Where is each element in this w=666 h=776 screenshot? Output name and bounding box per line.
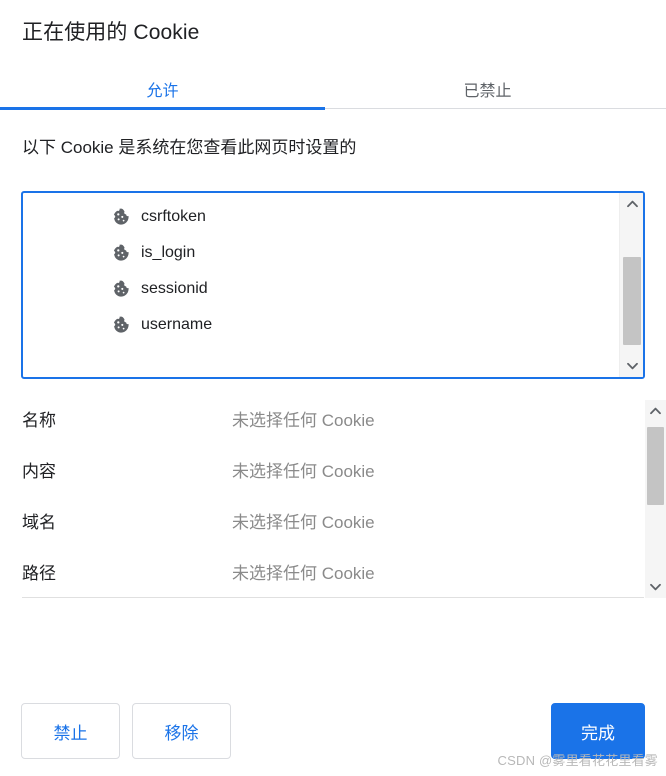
tab-blocked[interactable]: 已禁止 (325, 66, 650, 111)
page-title: 正在使用的 Cookie (22, 21, 200, 44)
scroll-down-button[interactable] (620, 355, 643, 377)
scroll-up-button[interactable] (620, 193, 643, 215)
cookie-icon (111, 279, 131, 299)
remove-button-label: 移除 (164, 723, 199, 743)
cookie-name: username (141, 316, 213, 333)
detail-value-path: 未选择任何 Cookie (232, 563, 375, 583)
detail-value-name: 未选择任何 Cookie (232, 410, 375, 430)
cookie-detail-panel: 名称 未选择任何 Cookie 内容 未选择任何 Cookie 域名 未选择任何… (0, 395, 666, 598)
cookie-name: sessionid (141, 280, 208, 297)
cookie-icon (111, 207, 131, 227)
watermark: CSDN @雾里看花花里看雾 (497, 753, 658, 768)
detail-scroll-thumb[interactable] (647, 427, 664, 505)
chevron-down-icon (650, 583, 661, 591)
list-item[interactable]: sessionid (23, 271, 617, 307)
cookie-icon (111, 315, 131, 335)
table-row: 路径 未选择任何 Cookie (0, 548, 636, 598)
detail-value-domain: 未选择任何 Cookie (232, 512, 375, 532)
chevron-up-icon (626, 200, 638, 208)
tab-bar: 允许 已禁止 (0, 66, 666, 111)
cookie-name: csrftoken (141, 208, 206, 225)
list-item[interactable]: is_login (23, 235, 617, 271)
detail-label-domain: 域名 (22, 512, 56, 532)
detail-label-path: 路径 (22, 563, 56, 583)
cookie-list: csrftoken is_login sessionid username (23, 193, 617, 377)
cookie-list-box[interactable]: csrftoken is_login sessionid username (21, 191, 645, 379)
tab-allowed[interactable]: 允许 (0, 66, 325, 111)
detail-scroll-up-button[interactable] (645, 400, 666, 422)
table-row: 域名 未选择任何 Cookie (0, 497, 636, 548)
detail-scroll-down-button[interactable] (645, 576, 666, 598)
cookie-detail-scrollbar[interactable] (645, 400, 666, 598)
detail-label-name: 名称 (22, 410, 56, 430)
block-button-label: 禁止 (53, 723, 88, 743)
list-item[interactable]: csrftoken (23, 199, 617, 235)
chevron-down-icon (626, 362, 638, 370)
tab-active-indicator (0, 107, 325, 110)
table-row: 内容 未选择任何 Cookie (0, 446, 636, 497)
chevron-up-icon (650, 407, 661, 415)
tab-allowed-label: 允许 (146, 82, 179, 100)
cookie-list-scroll-thumb[interactable] (623, 257, 641, 345)
done-button-label: 完成 (581, 723, 615, 743)
detail-label-content: 内容 (22, 461, 56, 481)
remove-button[interactable]: 移除 (132, 703, 231, 759)
cookie-list-scrollbar[interactable] (619, 193, 643, 377)
cookie-name: is_login (141, 244, 196, 261)
detail-value-content: 未选择任何 Cookie (232, 461, 375, 481)
description-text: 以下 Cookie 是系统在您查看此网页时设置的 (22, 138, 357, 157)
tab-blocked-label: 已禁止 (463, 82, 512, 100)
cookies-in-use-dialog: 正在使用的 Cookie 允许 已禁止 以下 Cookie 是系统在您查看此网页… (0, 0, 666, 776)
table-row: 名称 未选择任何 Cookie (0, 395, 636, 446)
detail-divider (22, 597, 644, 598)
list-item[interactable]: username (23, 307, 617, 343)
cookie-detail-rows: 名称 未选择任何 Cookie 内容 未选择任何 Cookie 域名 未选择任何… (0, 395, 636, 598)
block-button[interactable]: 禁止 (21, 703, 120, 759)
cookie-icon (111, 243, 131, 263)
